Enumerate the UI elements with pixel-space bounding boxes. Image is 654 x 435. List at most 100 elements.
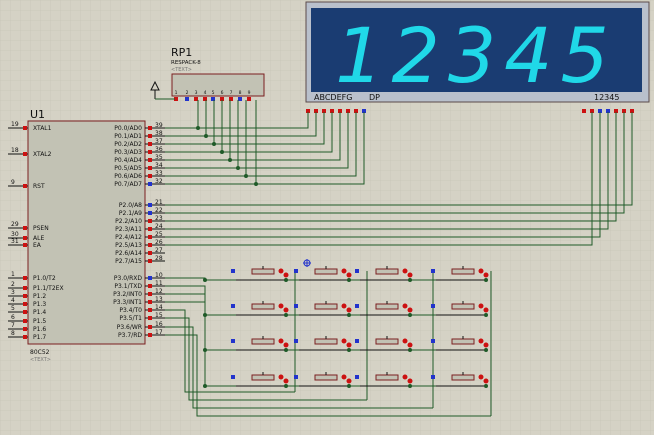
keypad-indicator (483, 342, 489, 348)
keypad-cap (451, 268, 475, 275)
mcu-pin-label: P2.1/A9 (119, 210, 142, 217)
mcu-pin-state (23, 310, 27, 314)
mcu-pin-label: P2.3/A11 (115, 226, 142, 233)
mcu-pin-number: 15 (155, 312, 163, 319)
keypad-cap (314, 374, 338, 381)
keypad-indicator (346, 272, 352, 278)
keypad-indicator (278, 303, 284, 309)
keypad-indicator (407, 342, 413, 348)
mcu-pin-number: 28 (155, 255, 163, 262)
mcu-pin-state (148, 325, 152, 329)
mcu-pin-number: 18 (11, 147, 19, 154)
mcu-pin-label: P3.1/TXD (114, 283, 142, 290)
mcu-text-tag: <TEXT> (30, 357, 51, 363)
respack-text-tag: <TEXT> (171, 67, 192, 73)
mcu-pin-state (23, 335, 27, 339)
junction-dot (484, 313, 488, 317)
mcu-pin-state (23, 294, 27, 298)
mcu-pin-label: P1.1/T2EX (33, 285, 64, 292)
respack-pin-label: 8 (239, 90, 242, 96)
keypad-cap (314, 303, 338, 310)
respack-pins: 1 23456789 (174, 90, 251, 101)
mcu-pin-label: P1.3 (33, 301, 46, 308)
keypad-pin (294, 269, 298, 273)
mcu-pin-label: P3.6/WR (117, 324, 142, 331)
mcu-pin-number: 9 (11, 179, 15, 186)
keypad-pin (231, 339, 235, 343)
display-digits: 12345 (335, 11, 617, 100)
display-dp-label: DP (369, 93, 380, 102)
keypad-cap (251, 374, 275, 381)
mcu-pin-number: 8 (11, 330, 15, 337)
junction-dot (347, 348, 351, 352)
keypad-indicator (478, 374, 484, 380)
mcu-pin-label: P0.7/AD7 (114, 181, 142, 188)
display-common-label: 12345 (594, 93, 619, 102)
mcu-pin-number: 10 (155, 272, 163, 279)
keypad-indicator (278, 268, 284, 274)
junction-dot (347, 384, 351, 388)
mcu-pin-number: 2 (11, 281, 15, 288)
keypad-indicator (341, 374, 347, 380)
keypad-cap (251, 268, 275, 275)
mcu-pin-label: P2.0/A8 (119, 202, 142, 209)
mcu-pin-number: 24 (155, 223, 163, 230)
keypad-indicator (341, 338, 347, 344)
mcu-pin-state (23, 152, 27, 156)
mcu-pin-label: P0.3/AD3 (114, 149, 142, 156)
mcu-pin-number: 37 (155, 138, 163, 145)
mcu-pin-number: 12 (155, 288, 163, 295)
keypad-indicator (402, 374, 408, 380)
junction-dot (203, 384, 207, 388)
junction-dot (284, 384, 288, 388)
mcu-pin-label: P0.5/AD5 (114, 165, 142, 172)
mcu-pin-state (148, 158, 152, 162)
display-common-pin (582, 109, 586, 113)
mcu-pin-label: P1.0/T2 (33, 275, 56, 282)
mcu-pin-number: 29 (11, 221, 19, 228)
keypad-pin (431, 269, 435, 273)
keypad-cap (375, 338, 399, 345)
mcu-pin-label: P2.6/A14 (115, 250, 142, 257)
keypad-indicator (483, 378, 489, 384)
respack-pin-label: 1 (175, 90, 178, 96)
respack-pin (238, 97, 242, 101)
mcu-pin-label: P3.4/T0 (119, 307, 142, 314)
keypad-indicator (402, 268, 408, 274)
mcu-pin-number: 32 (155, 178, 163, 185)
junction-dot (284, 313, 288, 317)
keypad-pin (355, 304, 359, 308)
mcu-pin-label: P3.3/INT1 (113, 299, 142, 306)
junction-dot (408, 278, 412, 282)
keypad-pin (294, 375, 298, 379)
junction-dot (408, 313, 412, 317)
junction-dot (347, 313, 351, 317)
respack-pin-label: 3 (195, 90, 198, 96)
mcu-pin-number: 21 (155, 199, 163, 206)
mcu-pin-number: 19 (11, 121, 19, 128)
mcu-pin-state (148, 182, 152, 186)
keypad-cap (314, 338, 338, 345)
microcontroller[interactable]: U1 80C52 <TEXT> 19XTAL118XTAL29RST29PSEN… (8, 108, 165, 363)
mcu-pin-label: P1.2 (33, 293, 46, 300)
mcu-pin-state (148, 227, 152, 231)
respack-pin-label: 5 (212, 90, 215, 96)
keypad-indicator (341, 268, 347, 274)
mcu-pin-label: P2.2/A10 (115, 218, 142, 225)
keypad-indicator (283, 307, 289, 313)
mcu-pin-label: XTAL1 (33, 125, 52, 132)
keypad-indicator (407, 272, 413, 278)
mcu-pin-label: P0.4/AD4 (114, 157, 142, 164)
keypad-indicator (346, 307, 352, 313)
keypad-indicator (278, 338, 284, 344)
keypad-indicator (283, 272, 289, 278)
keypad-cap (251, 303, 275, 310)
mcu-pin-state (148, 259, 152, 263)
seven-segment-display[interactable]: 12345 ABCDEFG DP 12345 (305, 1, 650, 113)
junction-dot (408, 348, 412, 352)
mcu-pin-label: P0.1/AD1 (114, 133, 142, 140)
keypad-pin (355, 269, 359, 273)
respack-pin (247, 97, 251, 101)
mcu-pin-state (23, 226, 27, 230)
mcu-right-pins: P0.0/AD0 39 P0.1/AD1 38 P0.2/AD2 37 P0.3/AD3 36… (113, 122, 165, 339)
